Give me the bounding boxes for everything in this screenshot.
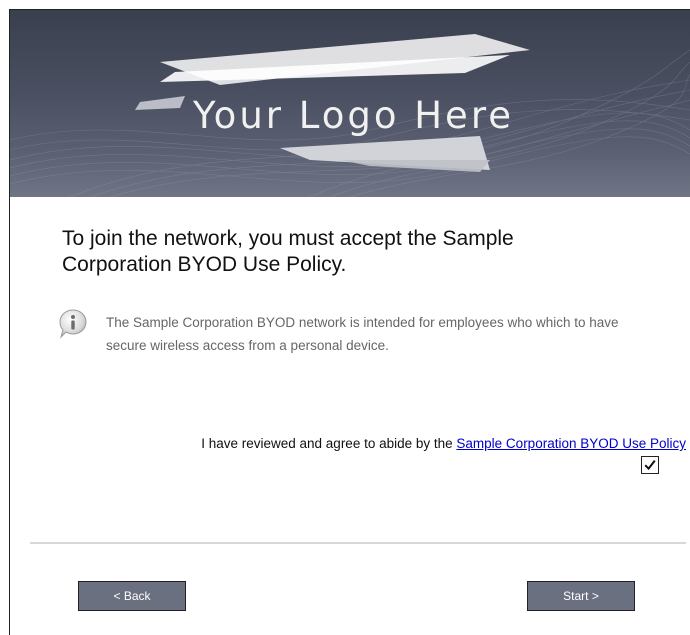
policy-link[interactable]: Sample Corporation BYOD Use Policy (456, 436, 686, 451)
page-title: To join the network, you must accept the… (62, 227, 514, 276)
agreement-text: I have reviewed and agree to abide by th… (100, 435, 686, 453)
start-button[interactable]: Start > (527, 581, 635, 611)
logo-banner: Your Logo Here (10, 10, 690, 197)
info-icon (57, 308, 89, 340)
agree-checkbox[interactable] (641, 456, 659, 474)
info-message: The Sample Corporation BYOD network is i… (106, 315, 619, 353)
divider (30, 542, 686, 544)
check-icon (644, 459, 656, 471)
back-button[interactable]: < Back (78, 581, 186, 611)
logo-text: Your Logo Here (193, 94, 514, 137)
agreement-prefix: I have reviewed and agree to abide by th… (201, 436, 457, 451)
